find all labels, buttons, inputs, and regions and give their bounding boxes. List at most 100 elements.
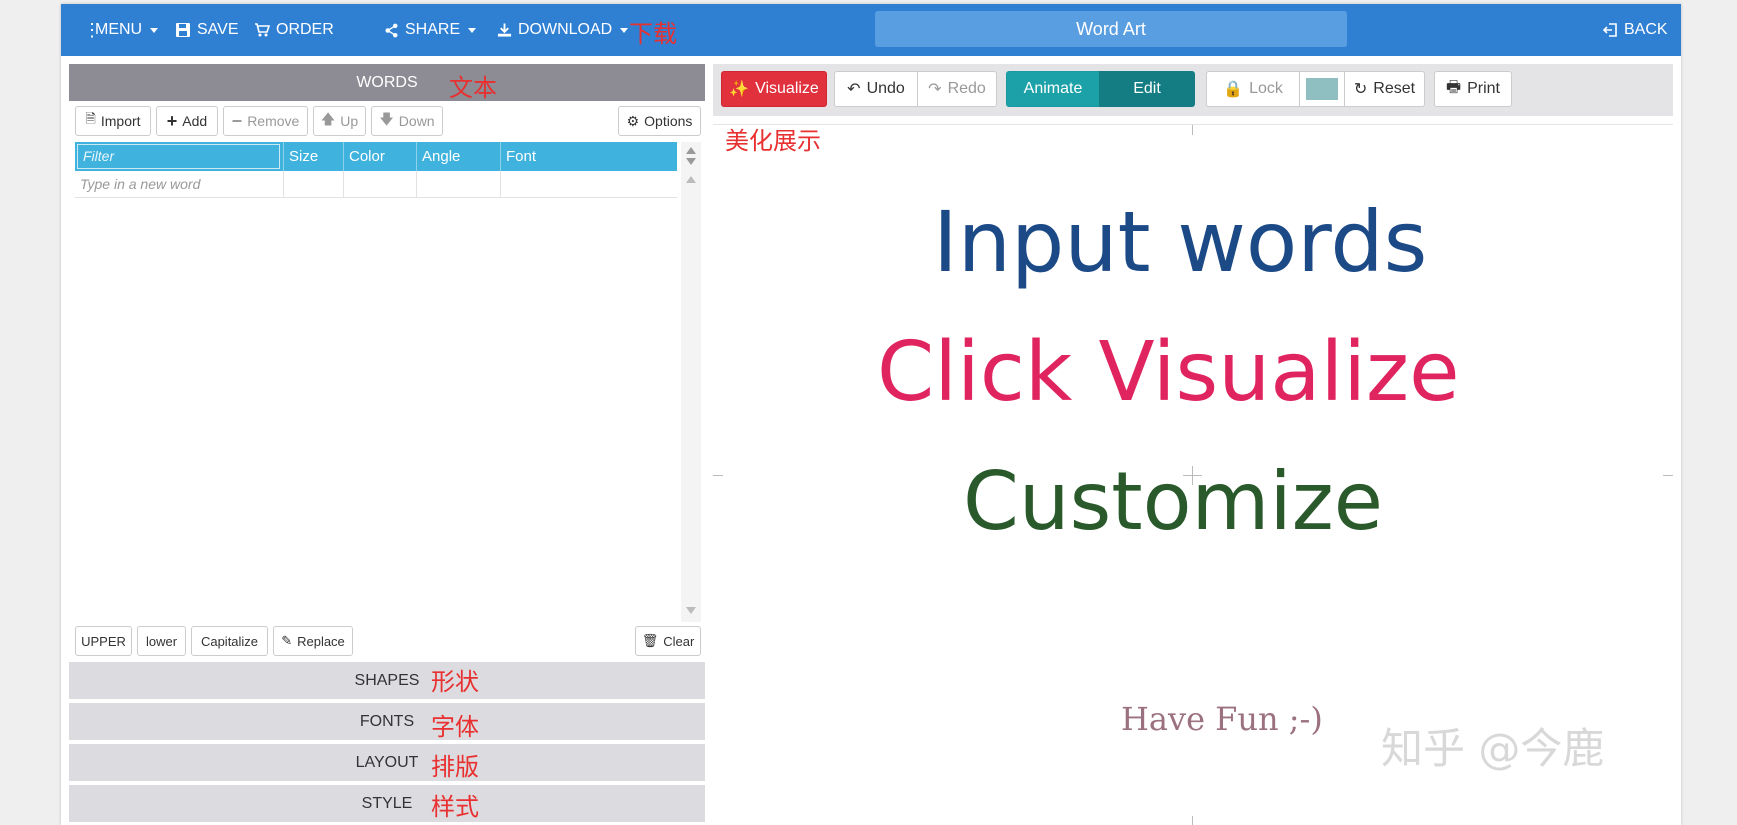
new-word-size-cell[interactable]	[284, 171, 344, 198]
words-table-header: Filter Size Color Angle Font	[75, 142, 677, 171]
scroll-up-arrow-icon[interactable]	[686, 147, 696, 154]
caret-down-icon	[468, 27, 477, 33]
add-label: Add	[182, 113, 208, 129]
new-word-angle-cell[interactable]	[417, 171, 501, 198]
cart-icon	[255, 23, 270, 37]
filter-input[interactable]: Filter	[77, 144, 280, 169]
redo-button[interactable]: ↷ Redo	[917, 71, 997, 107]
back-button[interactable]: BACK	[1602, 4, 1668, 56]
lowercase-button[interactable]: lower	[137, 626, 186, 656]
left-panel: WORDS 文本 🗎 Import + Add − Remove 🡅 Up 🡇	[69, 64, 705, 825]
shapes-section-header[interactable]: SHAPES	[69, 662, 705, 699]
print-label: Print	[1467, 80, 1500, 97]
share-label: SHARE	[405, 21, 461, 38]
column-font[interactable]: Font	[501, 142, 677, 171]
clear-button[interactable]: 🗑 Clear	[635, 626, 701, 656]
share-icon	[385, 23, 398, 37]
words-header-label: WORDS	[356, 74, 418, 91]
column-size[interactable]: Size	[284, 142, 344, 171]
new-word-font-cell[interactable]	[501, 171, 677, 198]
shapes-label: SHAPES	[354, 672, 420, 689]
minus-icon: −	[231, 110, 243, 131]
arrow-up-icon: 🡅	[320, 111, 336, 127]
words-table: Filter Size Color Angle Font Type in a n…	[75, 142, 677, 622]
layout-section-header[interactable]: LAYOUT	[69, 744, 705, 781]
trash-icon: 🗑	[641, 633, 659, 648]
words-scrollbar[interactable]	[681, 142, 701, 622]
case-toolbar: UPPER lower Capitalize ✎ Replace 🗑 Clear	[75, 624, 701, 658]
caret-down-icon	[620, 27, 629, 33]
row-scroll-down-arrow-icon[interactable]	[686, 607, 696, 614]
layout-annotation: 排版	[431, 753, 479, 781]
undo-arrow-icon: ↶	[847, 81, 861, 98]
printer-icon: 🖶	[1445, 78, 1462, 96]
reset-button[interactable]: ↻ Reset	[1344, 71, 1425, 107]
redo-arrow-icon: ↷	[928, 81, 942, 98]
options-label: Options	[644, 113, 693, 129]
save-button[interactable]: SAVE	[175, 4, 239, 56]
fonts-annotation: 字体	[431, 713, 479, 741]
animate-button[interactable]: Animate	[1006, 71, 1100, 107]
order-button[interactable]: ORDER	[254, 4, 334, 56]
canvas-word-click-visualize[interactable]: Click Visualize	[877, 325, 1460, 420]
magic-wand-icon: ✨	[729, 81, 750, 98]
clear-label: Clear	[663, 633, 695, 649]
new-word-color-cell[interactable]	[344, 171, 417, 198]
reset-label: Reset	[1373, 80, 1416, 97]
download-annotation: 下载	[629, 20, 677, 48]
project-title[interactable]: Word Art	[875, 11, 1347, 47]
import-label: Import	[100, 113, 141, 129]
uppercase-button[interactable]: UPPER	[75, 626, 132, 656]
replace-label: Replace	[297, 633, 345, 649]
scroll-down-arrow-icon[interactable]	[686, 158, 696, 165]
words-toolbar: 🗎 Import + Add − Remove 🡅 Up 🡇 Down ⚙ Op…	[75, 106, 701, 138]
move-up-button[interactable]: 🡅 Up	[313, 106, 366, 136]
remove-button[interactable]: − Remove	[223, 106, 308, 136]
move-down-button[interactable]: 🡇 Down	[371, 106, 443, 136]
lock-label: Lock	[1249, 80, 1283, 97]
undo-label: Undo	[866, 80, 905, 97]
share-dropdown[interactable]: SHARE	[384, 4, 477, 56]
words-section-header[interactable]: WORDS	[69, 64, 705, 101]
menu-dropdown[interactable]: ⋮ MENU	[83, 4, 159, 56]
download-label: DOWNLOAD	[518, 21, 613, 38]
gear-icon: ⚙	[626, 112, 640, 129]
menu-label: MENU	[95, 21, 143, 38]
background-color-button[interactable]	[1299, 71, 1345, 107]
style-label: STYLE	[361, 795, 413, 812]
watermark: 知乎 @今鹿	[1381, 724, 1605, 773]
column-angle[interactable]: Angle	[417, 142, 501, 171]
replace-button[interactable]: ✎ Replace	[273, 626, 353, 656]
back-label: BACK	[1624, 21, 1668, 38]
column-color[interactable]: Color	[344, 142, 417, 171]
undo-button[interactable]: ↶ Undo	[834, 71, 918, 107]
add-button[interactable]: + Add	[156, 106, 218, 136]
download-icon	[497, 23, 512, 37]
lock-button[interactable]: 🔒 Lock	[1206, 71, 1300, 107]
layout-label: LAYOUT	[355, 754, 419, 771]
new-word-row[interactable]: Type in a new word	[75, 171, 677, 198]
canvas-word-customize[interactable]: Customize	[963, 455, 1383, 548]
new-word-input[interactable]: Type in a new word	[75, 171, 284, 198]
remove-label: Remove	[247, 113, 300, 129]
canvas-left-tick	[713, 475, 723, 476]
word-art-canvas[interactable]: 美化展示 Input words Click Visualize Customi…	[713, 124, 1673, 825]
plus-icon: +	[166, 110, 178, 131]
visualize-button[interactable]: ✨ Visualize	[721, 71, 827, 107]
shapes-annotation: 形状	[431, 668, 479, 696]
import-button[interactable]: 🗎 Import	[75, 106, 151, 136]
fonts-section-header[interactable]: FONTS	[69, 703, 705, 740]
canvas-word-have-fun[interactable]: Have Fun ;-)	[1121, 700, 1323, 738]
print-button[interactable]: 🖶 Print	[1434, 71, 1512, 107]
options-button[interactable]: ⚙ Options	[618, 106, 701, 136]
vertical-dots-icon: ⋮	[83, 20, 101, 40]
edit-icon: ✎	[281, 633, 293, 648]
redo-label: Redo	[947, 80, 986, 97]
capitalize-button[interactable]: Capitalize	[191, 626, 268, 656]
row-scroll-up-arrow-icon[interactable]	[686, 176, 696, 183]
style-section-header[interactable]: STYLE	[69, 785, 705, 822]
save-label: SAVE	[197, 21, 239, 38]
edit-button[interactable]: Edit	[1099, 71, 1195, 107]
download-dropdown[interactable]: DOWNLOAD	[497, 4, 629, 56]
canvas-word-input-words[interactable]: Input words	[933, 193, 1427, 291]
